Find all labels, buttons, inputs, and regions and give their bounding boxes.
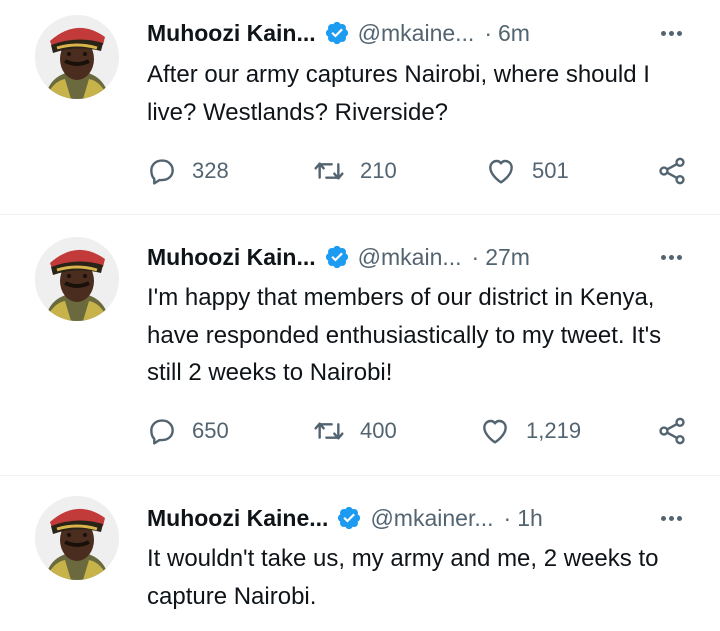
more-icon[interactable] [658, 15, 682, 51]
more-icon[interactable] [658, 500, 682, 536]
tweet-card[interactable]: Muhoozi Kain... @mkain... · 27m I'm happ… [0, 215, 720, 475]
handle[interactable]: @mkainer... [370, 505, 493, 532]
tweet-text: After our army captures Nairobi, where s… [147, 61, 657, 126]
like-button[interactable]: 501 [484, 155, 569, 187]
like-button[interactable]: 1,219 [478, 415, 581, 447]
avatar-image [35, 15, 119, 99]
like-count: 1,219 [526, 418, 582, 443]
timestamp[interactable]: 27m [485, 244, 530, 271]
reply-count: 328 [192, 158, 229, 183]
tweet-header: Muhoozi Kain... @mkain... · 27m [147, 239, 530, 275]
share-icon [656, 155, 688, 187]
reply-button[interactable]: 328 [146, 155, 229, 187]
share-icon [656, 415, 688, 447]
separator: · [484, 19, 492, 46]
like-count: 501 [532, 158, 569, 183]
separator: · [503, 504, 512, 531]
reply-button[interactable]: 650 [146, 415, 229, 447]
timestamp[interactable]: 6m [498, 20, 530, 47]
tweet-feed: Muhoozi Kain... @mkaine... · 6m After ou… [0, 0, 720, 631]
separator: · [471, 243, 480, 270]
timestamp[interactable]: 1h [517, 505, 543, 532]
heart-icon [484, 155, 518, 187]
avatar[interactable] [35, 15, 119, 99]
avatar[interactable] [35, 496, 119, 580]
tweet-actions: 328 210 501 [146, 155, 691, 191]
verified-badge-icon [324, 20, 350, 46]
retweet-icon [312, 415, 346, 447]
display-name[interactable]: Muhoozi Kaine... [147, 505, 328, 532]
tweet-actions: 650 400 1,219 [146, 415, 691, 451]
heart-icon [478, 415, 512, 447]
retweet-button[interactable]: 400 [312, 415, 397, 447]
reply-icon [146, 415, 178, 447]
tweet-header: Muhoozi Kaine... @mkainer... · 1h [147, 500, 543, 536]
verified-badge-icon [336, 505, 362, 531]
avatar-image [35, 237, 119, 321]
share-button[interactable] [656, 415, 688, 447]
verified-badge-icon [324, 244, 350, 270]
reply-icon [146, 155, 178, 187]
retweet-count: 400 [360, 418, 397, 443]
tweet-card[interactable]: Muhoozi Kain... @mkaine... · 6m After ou… [0, 0, 720, 214]
avatar[interactable] [35, 237, 119, 321]
more-icon[interactable] [658, 239, 682, 275]
display-name[interactable]: Muhoozi Kain... [147, 20, 316, 47]
handle[interactable]: @mkaine... [358, 20, 475, 47]
share-button[interactable] [656, 155, 688, 187]
reply-count: 650 [192, 418, 229, 443]
handle[interactable]: @mkain... [358, 244, 462, 271]
tweet-text: I'm happy that members of our district i… [147, 284, 668, 386]
retweet-icon [312, 155, 346, 187]
display-name[interactable]: Muhoozi Kain... [147, 244, 316, 271]
retweet-count: 210 [360, 158, 397, 183]
retweet-button[interactable]: 210 [312, 155, 397, 187]
tweet-header: Muhoozi Kain... @mkaine... · 6m [147, 15, 530, 51]
avatar-image [35, 496, 119, 580]
tweet-text: It wouldn't take us, my army and me, 2 w… [147, 545, 666, 610]
tweet-card[interactable]: Muhoozi Kaine... @mkainer... · 1h It wou… [0, 476, 720, 631]
